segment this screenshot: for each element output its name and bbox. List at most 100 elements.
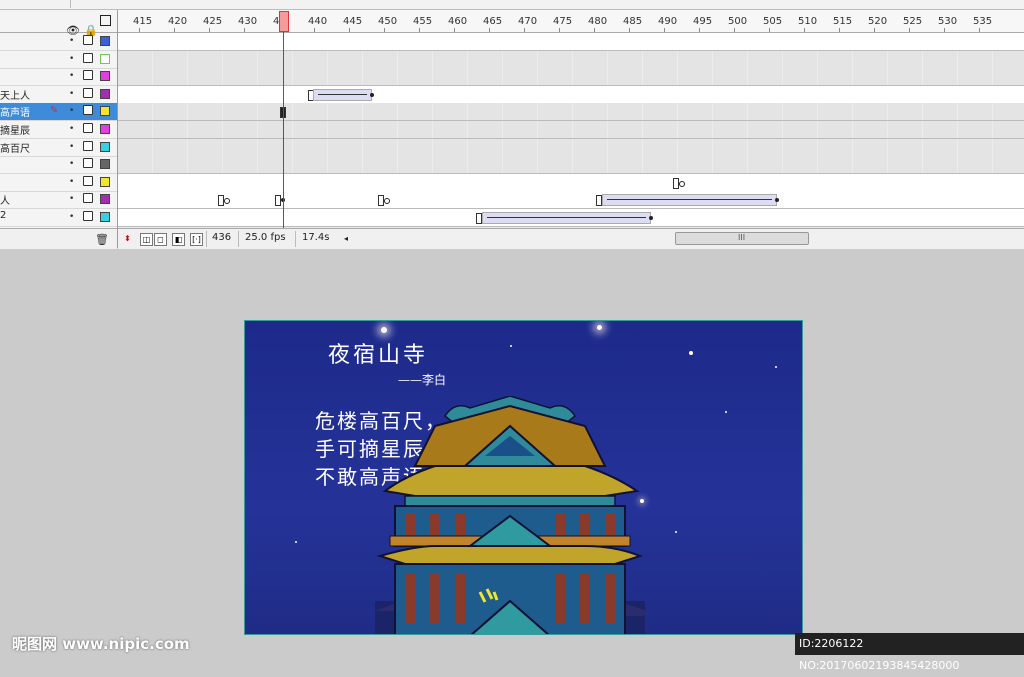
- keyframe-dot[interactable]: [649, 216, 653, 220]
- delete-layer-icon[interactable]: 🗑: [95, 233, 109, 246]
- outline-color-icon[interactable]: [100, 141, 110, 152]
- lock-icon[interactable]: [83, 105, 93, 116]
- onion-skin-icon[interactable]: ◫: [140, 233, 153, 246]
- keyframe[interactable]: [275, 195, 281, 207]
- lock-icon[interactable]: [83, 52, 93, 63]
- window-top-strip: [0, 0, 1024, 10]
- layer-track[interactable]: [118, 156, 1024, 175]
- outline-color-icon[interactable]: [100, 88, 110, 99]
- layer-row[interactable]: •: [0, 33, 117, 51]
- lock-icon[interactable]: [83, 70, 93, 81]
- ruler-label: 525: [903, 16, 923, 27]
- layer-row[interactable]: 天上人 •: [0, 86, 117, 104]
- layer-row[interactable]: •: [0, 68, 117, 87]
- outline-color-icon[interactable]: [100, 212, 110, 222]
- ruler-tick: [804, 28, 805, 32]
- star: [295, 541, 297, 543]
- star: [675, 531, 677, 533]
- layer-row[interactable]: 高声语 ✎ •: [0, 103, 117, 122]
- layer-track[interactable]: [118, 50, 1024, 69]
- visibility-dot[interactable]: •: [69, 54, 74, 64]
- tween-arrow: [318, 93, 367, 95]
- star: [775, 366, 777, 368]
- visibility-dot[interactable]: •: [69, 194, 74, 204]
- ruler-tick: [244, 28, 245, 32]
- visibility-dot[interactable]: •: [69, 89, 74, 99]
- ruler-label: 445: [343, 16, 363, 27]
- outline-color-icon[interactable]: [100, 71, 110, 82]
- visibility-dot[interactable]: •: [69, 212, 74, 222]
- layer-track[interactable]: [118, 68, 1024, 87]
- lock-icon[interactable]: [83, 211, 93, 221]
- poem-title: 夜宿山寺: [328, 343, 429, 368]
- onion-markers-icon[interactable]: [·]: [190, 233, 203, 246]
- footer-separator: [295, 231, 296, 247]
- empty-keyframe[interactable]: [384, 198, 390, 205]
- layer-track[interactable]: [118, 121, 1024, 139]
- ruler-label: 510: [798, 16, 818, 27]
- document-tab[interactable]: [10, 0, 71, 8]
- lock-icon[interactable]: [83, 158, 93, 169]
- stage-canvas[interactable]: 夜宿山寺 ——李白 危楼高百尺， 手可摘星辰。 不敢高声语，: [244, 320, 803, 635]
- keyframe-dot[interactable]: [775, 198, 779, 203]
- layer-row[interactable]: •: [0, 156, 117, 175]
- layer-row[interactable]: 人 •: [0, 191, 117, 210]
- tween-arrow: [607, 199, 772, 201]
- center-frame-icon[interactable]: ⬍: [122, 233, 133, 244]
- outline-color-icon[interactable]: [100, 36, 110, 46]
- layer-row[interactable]: •: [0, 174, 117, 192]
- visibility-dot[interactable]: •: [69, 106, 74, 116]
- star: [689, 351, 693, 355]
- layer-row[interactable]: 高百尺 •: [0, 139, 117, 157]
- outline-color-icon[interactable]: [100, 53, 110, 64]
- frame-ruler[interactable]: 415 420 425 430 4 440 445 450 455 460 465 470 475 480…: [118, 10, 1024, 33]
- visibility-dot[interactable]: •: [69, 71, 74, 81]
- lock-icon[interactable]: [83, 123, 93, 133]
- outline-color-icon[interactable]: [100, 124, 110, 134]
- layer-row[interactable]: 2 •: [0, 209, 117, 227]
- keyframe-dot[interactable]: [370, 92, 374, 97]
- scroll-left-icon[interactable]: ◂: [344, 234, 348, 243]
- lock-icon[interactable]: [83, 140, 93, 151]
- layer-track[interactable]: [118, 209, 1024, 227]
- visibility-dot[interactable]: •: [69, 142, 74, 152]
- onion-outline-icon[interactable]: ◻: [154, 233, 167, 246]
- layer-row[interactable]: 摘星辰 •: [0, 121, 117, 139]
- lock-icon[interactable]: [83, 35, 93, 45]
- visibility-dot[interactable]: •: [69, 177, 74, 187]
- layer-row[interactable]: •: [0, 51, 117, 69]
- layer-track[interactable]: [118, 103, 1024, 122]
- horizontal-scrollbar[interactable]: III: [675, 232, 809, 245]
- outline-color-icon[interactable]: [100, 194, 110, 205]
- layer-track[interactable]: [118, 138, 1024, 157]
- empty-keyframe[interactable]: [224, 198, 230, 205]
- visibility-dot[interactable]: •: [69, 36, 74, 46]
- lock-icon[interactable]: [83, 87, 93, 98]
- playhead-handle[interactable]: [279, 11, 289, 32]
- layer-name: 人: [0, 196, 10, 208]
- star: [725, 411, 727, 413]
- ruler-tick: [944, 28, 945, 32]
- outline-color-icon[interactable]: [100, 106, 110, 117]
- layer-track[interactable]: [118, 85, 1024, 104]
- layer-track[interactable]: [118, 191, 1024, 210]
- outline-icon[interactable]: [100, 15, 111, 26]
- ruler-tick: [524, 28, 525, 32]
- edit-multiple-icon[interactable]: ◧: [172, 233, 185, 246]
- motion-tween[interactable]: [482, 212, 651, 224]
- visibility-dot[interactable]: •: [69, 159, 74, 169]
- lock-icon[interactable]: [83, 193, 93, 204]
- motion-tween[interactable]: [602, 194, 777, 207]
- visibility-dot[interactable]: •: [69, 124, 74, 134]
- lock-icon[interactable]: [83, 175, 93, 186]
- outline-color-icon[interactable]: [100, 159, 110, 170]
- outline-color-icon[interactable]: [100, 176, 110, 187]
- ruler-tick: [979, 28, 980, 32]
- empty-keyframe[interactable]: [679, 180, 685, 187]
- layer-track[interactable]: [118, 33, 1024, 51]
- ruler-label: 500: [728, 16, 748, 27]
- ruler-tick: [559, 28, 560, 32]
- ruler-label: 530: [938, 16, 958, 27]
- layer-track[interactable]: [118, 173, 1024, 192]
- motion-tween[interactable]: [313, 88, 372, 101]
